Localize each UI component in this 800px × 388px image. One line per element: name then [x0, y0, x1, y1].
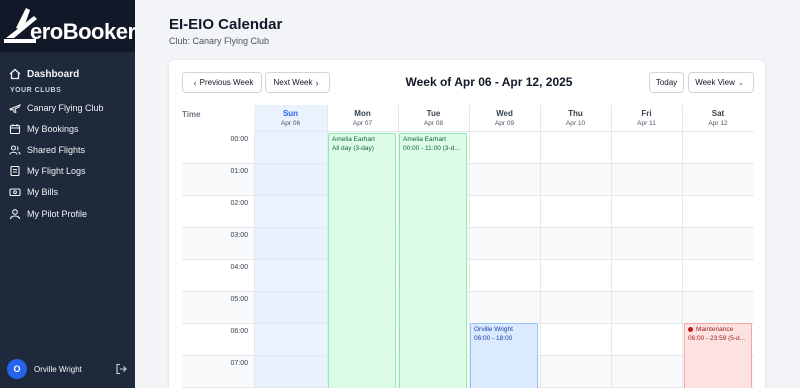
- chevron-right-icon: ›: [315, 77, 319, 88]
- avatar[interactable]: O: [7, 359, 27, 379]
- today-label: Today: [655, 78, 678, 87]
- day-header-wed: Wed Apr 09: [469, 105, 540, 132]
- sidebar-item-shared-flights[interactable]: Shared Flights: [0, 140, 135, 160]
- sidebar: eroBooker Dashboard YOUR CLUBS Canary Fl…: [0, 0, 136, 388]
- today-button[interactable]: Today: [649, 72, 684, 93]
- sidebar-item-label: My Pilot Profile: [27, 209, 88, 219]
- plane-icon: [9, 104, 21, 114]
- bill-icon: [9, 188, 21, 197]
- sidebar-item-my-bookings[interactable]: My Bookings: [0, 119, 135, 139]
- log-icon: [10, 165, 20, 177]
- sidebar-item-my-bills[interactable]: My Bills: [0, 182, 135, 202]
- day-name: Tue: [426, 109, 441, 118]
- user-name: Orville Wright: [34, 364, 82, 374]
- home-icon: [9, 68, 21, 80]
- sidebar-item-label: Canary Flying Club: [27, 103, 104, 113]
- day-date: Apr 06: [280, 120, 301, 127]
- calendar-card: ‹ Previous Week Next Week › Week of Apr …: [169, 60, 765, 388]
- day-name: Wed: [496, 109, 513, 118]
- sidebar-item-my-pilot-profile[interactable]: My Pilot Profile: [0, 204, 135, 224]
- event-title: Amelia Earhart: [403, 136, 446, 143]
- day-date: Apr 10: [565, 120, 586, 127]
- time-label: 05:00: [230, 296, 248, 303]
- event-title: Amelia Earhart: [332, 136, 375, 143]
- day-header-fri: Fri Apr 11: [611, 105, 682, 132]
- calendar-icon: [9, 124, 21, 135]
- booking-event-mon[interactable]: Amelia Earhart All day (3-day): [328, 133, 396, 388]
- section-label-your-clubs: YOUR CLUBS: [10, 87, 62, 94]
- app-logo[interactable]: eroBooker: [0, 0, 136, 52]
- day-name: Thu: [568, 109, 583, 118]
- sidebar-item-canary-flying-club[interactable]: Canary Flying Club: [0, 98, 135, 118]
- day-date: Apr 08: [423, 120, 444, 127]
- event-title: Orville Wright: [474, 326, 513, 333]
- time-label: 01:00: [230, 168, 248, 175]
- event-time: All day (3-day): [332, 145, 374, 152]
- day-date: Apr 09: [494, 120, 515, 127]
- time-column-header: Time: [182, 110, 201, 119]
- maintenance-dot-icon: [688, 326, 693, 332]
- previous-week-label: Previous Week: [199, 78, 254, 87]
- sidebar-item-my-flight-logs[interactable]: My Flight Logs: [0, 161, 135, 181]
- day-date: Apr 07: [352, 120, 373, 127]
- time-label: 04:00: [230, 264, 248, 271]
- chevron-left-icon: ‹: [193, 77, 197, 88]
- day-header-sun: Sun Apr 06: [254, 105, 327, 132]
- day-header-sat: Sat Apr 12: [682, 105, 754, 132]
- logout-icon[interactable]: [115, 363, 127, 375]
- sidebar-item-label: Dashboard: [27, 68, 80, 80]
- sidebar-item-dashboard[interactable]: Dashboard: [0, 64, 135, 84]
- sidebar-item-label: My Flight Logs: [27, 166, 86, 176]
- profile-icon: [9, 209, 21, 220]
- column-divider: [682, 105, 683, 388]
- day-date: Apr 11: [637, 120, 656, 127]
- day-header-thu: Thu Apr 10: [540, 105, 611, 132]
- booking-event-wed[interactable]: Orville Wright 06:00 - 18:00: [470, 323, 538, 388]
- day-name: Sun: [282, 109, 299, 118]
- column-divider: [254, 105, 255, 388]
- day-date: Apr 12: [708, 120, 728, 127]
- chevron-down-icon: ⌄: [737, 79, 744, 87]
- sidebar-item-label: Shared Flights: [27, 145, 86, 155]
- day-header-tue: Tue Apr 08: [398, 105, 469, 132]
- column-divider: [611, 105, 612, 388]
- event-title: Maintenance: [696, 326, 734, 333]
- time-label: 07:00: [230, 360, 248, 367]
- maintenance-event-sat[interactable]: Maintenance 06:00 - 23:59 (5-d...: [684, 323, 752, 388]
- event-time: 06:00 - 23:59 (5-d...: [688, 335, 746, 342]
- time-label: 00:00: [230, 136, 248, 143]
- sidebar-item-label: My Bookings: [27, 124, 79, 134]
- view-select[interactable]: Week View ⌄: [688, 72, 754, 93]
- next-week-button[interactable]: Next Week ›: [265, 72, 330, 93]
- booking-event-tue[interactable]: Amelia Earhart 00:00 - 11:00 (3-d...: [399, 133, 467, 388]
- column-divider: [540, 105, 541, 388]
- day-header-mon: Mon Apr 07: [327, 105, 398, 132]
- user-row: O Orville Wright: [0, 356, 135, 382]
- users-icon: [9, 145, 21, 155]
- page-subtitle: Club: Canary Flying Club: [169, 36, 270, 46]
- app-name: eroBooker: [30, 19, 136, 44]
- day-name: Sat: [711, 109, 725, 118]
- day-name: Mon: [354, 109, 371, 118]
- time-label: 02:00: [230, 200, 248, 207]
- week-title: Week of Apr 06 - Apr 12, 2025: [405, 75, 573, 89]
- event-time: 00:00 - 11:00 (3-d...: [403, 145, 460, 152]
- today-column-highlight: [254, 132, 327, 388]
- time-label: 03:00: [230, 232, 248, 239]
- sidebar-item-label: My Bills: [27, 187, 58, 197]
- view-select-value: Week View: [695, 78, 735, 87]
- previous-week-button[interactable]: ‹ Previous Week: [182, 72, 262, 93]
- next-week-label: Next Week: [273, 78, 313, 87]
- day-name: Fri: [641, 109, 652, 118]
- event-time: 06:00 - 18:00: [474, 335, 513, 342]
- page-title: EI-EIO Calendar: [169, 16, 283, 33]
- time-label: 06:00: [230, 328, 248, 335]
- week-grid: 00:00 01:00 02:00 03:00 04:00 05:00 06:0…: [182, 105, 754, 388]
